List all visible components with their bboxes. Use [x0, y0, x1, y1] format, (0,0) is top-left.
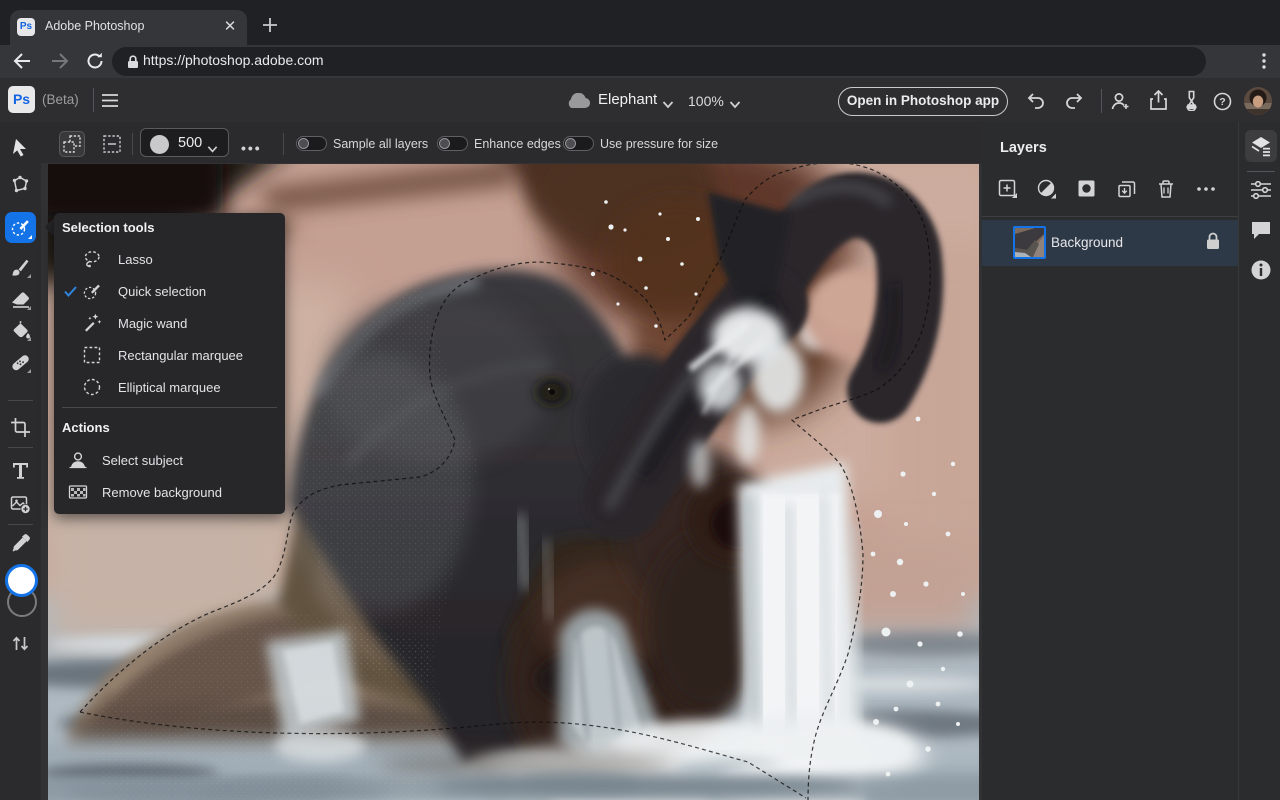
svg-text:?: ? [1219, 96, 1225, 108]
